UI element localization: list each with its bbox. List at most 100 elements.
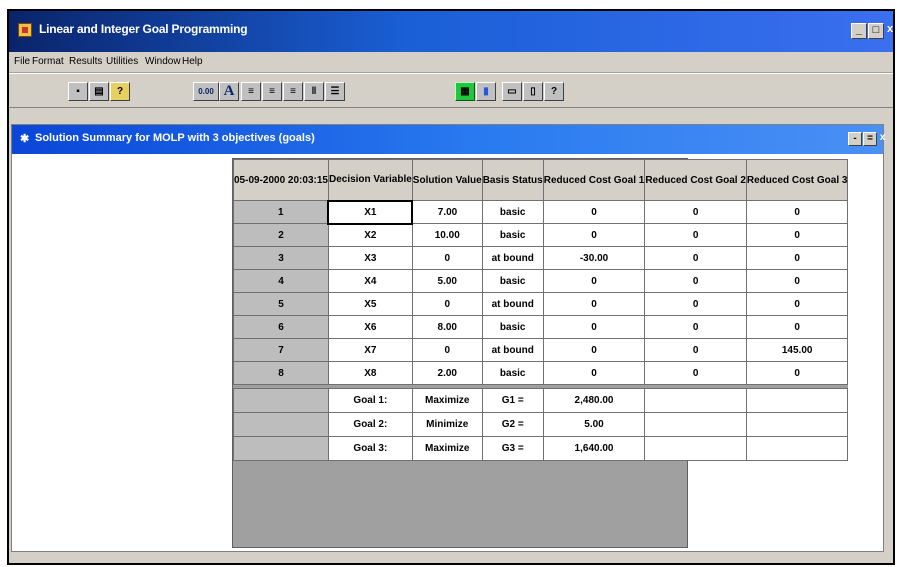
table-cell[interactable]: 0 <box>411 338 483 362</box>
table-cell[interactable]: at bound <box>481 338 544 362</box>
table-cell[interactable]: 0 <box>745 200 849 224</box>
table-cell[interactable]: at bound <box>481 246 544 270</box>
table-cell[interactable]: 0 <box>745 269 849 293</box>
number-format-icon[interactable]: 0.00 <box>193 82 219 101</box>
goal-label[interactable]: Goal 1: <box>327 388 413 413</box>
child-title-bar[interactable]: ✱ Solution Summary for MOLP with 3 objec… <box>12 125 885 154</box>
menu-window[interactable]: Window <box>145 56 181 67</box>
help-icon[interactable]: ? <box>110 82 130 101</box>
child-minimize-button[interactable]: - <box>848 132 862 146</box>
table-cell[interactable]: basic <box>481 223 544 247</box>
table-cell[interactable]: 0 <box>644 223 747 247</box>
align-center-icon[interactable]: ≡ <box>262 82 282 101</box>
table-cell[interactable]: X8 <box>327 361 413 385</box>
table-cell[interactable]: 0 <box>644 200 747 224</box>
table-cell[interactable]: basic <box>481 315 544 339</box>
table-cell[interactable]: 0 <box>644 338 747 362</box>
goal-sense[interactable]: Minimize <box>411 412 483 437</box>
goal-sense[interactable]: Maximize <box>411 388 483 413</box>
goal-label[interactable]: Goal 2: <box>327 412 413 437</box>
table-cell[interactable] <box>745 412 849 437</box>
table-cell[interactable]: 0 <box>542 292 646 316</box>
table-cell[interactable]: 0 <box>411 246 483 270</box>
table-cell[interactable]: 0 <box>542 223 646 247</box>
table-cell[interactable]: 0 <box>745 292 849 316</box>
child-close-button[interactable]: x <box>878 132 887 146</box>
row-height-icon[interactable]: ☰ <box>325 82 345 101</box>
goal-name[interactable]: G2 = <box>481 412 544 437</box>
copy-icon[interactable]: ▭ <box>502 82 522 101</box>
maximize-button[interactable]: □ <box>868 23 884 39</box>
table-cell[interactable]: 0 <box>542 315 646 339</box>
child-restore-button[interactable]: = <box>863 132 877 146</box>
goal-sense[interactable]: Maximize <box>411 436 483 461</box>
info-icon[interactable]: ? <box>544 82 564 101</box>
column-width-icon[interactable]: ‖ <box>304 82 324 101</box>
table-cell[interactable]: 0 <box>644 361 747 385</box>
table-cell[interactable]: X1 <box>327 199 414 225</box>
table-cell[interactable]: 0 <box>542 200 646 224</box>
table-cell[interactable]: 0 <box>411 292 483 316</box>
menu-utilities[interactable]: Utilities <box>106 56 138 67</box>
bar-chart-icon[interactable]: ▮ <box>476 82 496 101</box>
title-bar[interactable]: Linear and Integer Goal Programming _ □ … <box>9 11 893 52</box>
table-cell[interactable]: 0 <box>644 269 747 293</box>
table-cell[interactable]: -30.00 <box>542 246 646 270</box>
table-cell[interactable]: X2 <box>327 223 413 247</box>
font-icon[interactable]: A <box>219 82 239 101</box>
goal-value[interactable]: 5.00 <box>542 412 646 437</box>
print-icon[interactable]: ▤ <box>89 82 109 101</box>
table-cell[interactable]: X6 <box>327 315 413 339</box>
table-cell[interactable] <box>745 436 849 461</box>
menu-results[interactable]: Results <box>69 56 102 67</box>
goal-value[interactable]: 1,640.00 <box>542 436 646 461</box>
minimize-button[interactable]: _ <box>851 23 867 39</box>
table-cell[interactable]: 0 <box>542 361 646 385</box>
table-cell[interactable]: 0 <box>745 315 849 339</box>
goal-value[interactable]: 2,480.00 <box>542 388 646 413</box>
table-cell[interactable]: 0 <box>644 246 747 270</box>
table-cell[interactable]: X4 <box>327 269 413 293</box>
grid-icon[interactable]: ▦ <box>455 82 475 101</box>
table-cell[interactable]: basic <box>481 361 544 385</box>
table-cell[interactable]: 0 <box>542 338 646 362</box>
table-row: 8 X8 2.00 basic 0 0 0 <box>233 361 849 385</box>
table-cell[interactable]: 0 <box>644 315 747 339</box>
table-cell[interactable] <box>644 436 747 461</box>
goal-name[interactable]: G1 = <box>481 388 544 413</box>
table-cell[interactable]: 5.00 <box>411 269 483 293</box>
save-icon[interactable]: ▪ <box>68 82 88 101</box>
row-number: 3 <box>233 246 329 270</box>
table-cell[interactable]: 0 <box>542 269 646 293</box>
table-cell[interactable]: 2.00 <box>411 361 483 385</box>
table-cell[interactable]: 0 <box>745 361 849 385</box>
goal-label[interactable]: Goal 3: <box>327 436 413 461</box>
table-cell[interactable]: 10.00 <box>411 223 483 247</box>
table-cell[interactable] <box>644 388 747 413</box>
solution-table: 05-09-2000 20:03:15 Decision Variable So… <box>233 159 849 461</box>
menu-format[interactable]: Format <box>32 56 64 67</box>
table-cell[interactable]: 0 <box>745 223 849 247</box>
table-cell[interactable]: 8.00 <box>411 315 483 339</box>
table-cell[interactable]: 145.00 <box>745 338 849 362</box>
table-cell[interactable] <box>745 388 849 413</box>
table-cell[interactable]: 0 <box>644 292 747 316</box>
table-cell[interactable]: at bound <box>481 292 544 316</box>
align-right-icon[interactable]: ≡ <box>283 82 303 101</box>
table-cell[interactable]: basic <box>481 200 544 224</box>
table-cell[interactable]: X3 <box>327 246 413 270</box>
close-button[interactable]: x <box>885 23 893 39</box>
table-cell[interactable]: X5 <box>327 292 413 316</box>
goal-name[interactable]: G3 = <box>481 436 544 461</box>
table-cell[interactable]: X7 <box>327 338 413 362</box>
paste-icon[interactable]: ▯ <box>523 82 543 101</box>
column-header: Reduced Cost Goal 2 <box>644 159 747 201</box>
menu-file[interactable]: File <box>14 56 30 67</box>
table-cell[interactable]: 7.00 <box>411 200 483 224</box>
table-cell[interactable] <box>644 412 747 437</box>
column-header: Reduced Cost Goal 3 <box>745 159 849 201</box>
table-cell[interactable]: basic <box>481 269 544 293</box>
align-left-icon[interactable]: ≡ <box>241 82 261 101</box>
menu-help[interactable]: Help <box>182 56 203 67</box>
table-cell[interactable]: 0 <box>745 246 849 270</box>
